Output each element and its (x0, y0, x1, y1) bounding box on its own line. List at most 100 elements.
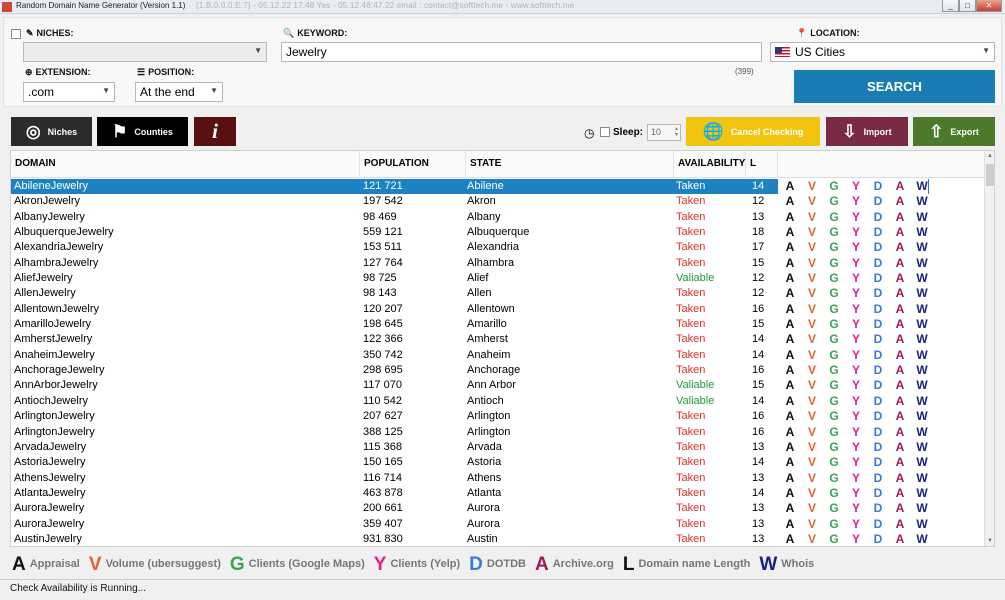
check-link-2[interactable]: G (826, 179, 842, 194)
check-link-3[interactable]: Y (848, 317, 864, 332)
check-link-5[interactable]: A (892, 210, 908, 225)
check-link-4[interactable]: D (870, 271, 886, 286)
check-link-3[interactable]: Y (848, 455, 864, 470)
table-row[interactable]: AmarilloJewelry 198 645 Amarillo Taken 15 A V G… (11, 317, 929, 333)
check-link-0[interactable]: A (782, 501, 798, 516)
check-link-2[interactable]: G (826, 517, 842, 532)
counties-button[interactable]: ⚑ Counties (97, 117, 188, 146)
check-link-2[interactable]: G (826, 286, 842, 301)
check-link-1[interactable]: V (804, 194, 820, 209)
check-link-4[interactable]: D (870, 302, 886, 317)
check-link-4[interactable]: D (870, 332, 886, 347)
table-row[interactable]: AthensJewelry 116 714 Athens Taken 13 A V G Y D A W (11, 470, 930, 486)
scroll-down-icon[interactable]: ▼ (985, 538, 994, 544)
check-link-2[interactable]: G (826, 471, 842, 486)
check-link-2[interactable]: G (826, 194, 842, 209)
check-link-1[interactable]: V (804, 286, 820, 301)
check-link-4[interactable]: D (870, 486, 886, 501)
niches-checkbox[interactable] (11, 29, 21, 39)
check-link-3[interactable]: Y (848, 348, 864, 363)
check-link-4[interactable]: D (870, 210, 886, 225)
check-link-6[interactable]: W (914, 194, 930, 209)
check-link-4[interactable]: D (870, 286, 886, 301)
minimize-button[interactable]: _ (942, 0, 959, 12)
check-link-5[interactable]: A (892, 394, 908, 409)
check-link-3[interactable]: Y (848, 302, 864, 317)
check-link-0[interactable]: A (782, 455, 798, 470)
check-link-3[interactable]: Y (848, 425, 864, 440)
niches-button[interactable]: ◎ Niches (11, 117, 92, 146)
check-link-6[interactable]: W (914, 302, 930, 317)
check-link-1[interactable]: V (804, 240, 820, 255)
check-link-0[interactable]: A (782, 532, 798, 546)
check-link-3[interactable]: Y (848, 440, 864, 455)
table-row[interactable]: AnaheimJewelry 350 742 Anaheim Taken 14 A V G Y D… (11, 347, 930, 363)
check-link-1[interactable]: V (804, 179, 820, 194)
check-link-0[interactable]: A (782, 302, 798, 317)
check-link-1[interactable]: V (804, 394, 820, 409)
check-link-4[interactable]: D (870, 240, 886, 255)
check-link-2[interactable]: G (826, 210, 842, 225)
check-link-6[interactable]: W (914, 486, 930, 501)
export-button[interactable]: ⇧ Export (913, 117, 995, 146)
table-row[interactable]: AustinJewelry 931 830 Austin Taken 13 A V G Y D A W (11, 531, 929, 546)
keyword-input[interactable]: Jewelry (281, 42, 762, 62)
check-link-2[interactable]: G (826, 394, 842, 409)
check-link-2[interactable]: G (826, 225, 842, 240)
check-link-2[interactable]: G (826, 302, 842, 317)
check-link-3[interactable]: Y (848, 179, 864, 194)
check-link-1[interactable]: V (804, 317, 820, 332)
check-link-3[interactable]: Y (848, 332, 864, 347)
column-header-length[interactable]: L (746, 151, 778, 178)
check-link-1[interactable]: V (804, 302, 820, 317)
table-row[interactable]: AlhambraJewelry 127 764 Alhambra Taken 15 A V G… (11, 255, 929, 271)
table-row[interactable]: AnnArborJewelry 117 070 Ann Arbor Valiable 1… (11, 378, 929, 394)
column-header-state[interactable]: STATE (466, 151, 674, 178)
check-link-3[interactable]: Y (848, 210, 864, 225)
check-link-5[interactable]: A (892, 317, 908, 332)
check-link-3[interactable]: Y (848, 378, 864, 393)
maximize-button[interactable]: □ (959, 0, 976, 12)
check-link-1[interactable]: V (804, 471, 820, 486)
check-link-1[interactable]: V (804, 256, 820, 271)
table-row[interactable]: ArvadaJewelry 115 368 Arvada Taken 13 A V G Y D A W (11, 439, 930, 455)
check-link-2[interactable]: G (826, 378, 842, 393)
check-link-0[interactable]: A (782, 194, 798, 209)
check-link-4[interactable]: D (870, 225, 886, 240)
table-row[interactable]: ArlingtonJewelry 388 125 Arlington Taken 16 A… (11, 424, 929, 440)
check-link-0[interactable]: A (782, 256, 798, 271)
niches-dropdown[interactable]: ▼ (23, 42, 267, 62)
import-button[interactable]: ⇩ Import (826, 117, 908, 146)
check-link-2[interactable]: G (826, 440, 842, 455)
check-link-4[interactable]: D (870, 440, 886, 455)
check-link-3[interactable]: Y (848, 286, 864, 301)
check-link-6[interactable]: W (914, 271, 930, 286)
check-link-6[interactable]: W (914, 501, 930, 516)
check-link-2[interactable]: G (826, 409, 842, 424)
column-header-population[interactable]: POPULATION (360, 151, 466, 178)
check-link-0[interactable]: A (782, 363, 798, 378)
column-header-availability[interactable]: AVAILABILITY (674, 151, 746, 178)
check-link-6[interactable]: W (914, 440, 930, 455)
check-link-6[interactable]: W (914, 179, 930, 194)
check-link-2[interactable]: G (826, 271, 842, 286)
check-link-6[interactable]: W (914, 471, 930, 486)
check-link-0[interactable]: A (782, 378, 798, 393)
check-link-4[interactable]: D (870, 363, 886, 378)
table-row[interactable]: AnchorageJewelry 298 695 Anchorage Taken 16 A… (11, 363, 929, 379)
check-link-3[interactable]: Y (848, 517, 864, 532)
check-link-3[interactable]: Y (848, 194, 864, 209)
table-row[interactable]: AuroraJewelry 359 407 Aurora Taken 13 A V G Y D A W (11, 516, 929, 532)
check-link-4[interactable]: D (870, 517, 886, 532)
check-link-5[interactable]: A (892, 225, 908, 240)
check-link-0[interactable]: A (782, 425, 798, 440)
check-link-6[interactable]: W (914, 348, 930, 363)
check-link-6[interactable]: W (914, 394, 930, 409)
check-link-1[interactable]: V (804, 271, 820, 286)
table-row[interactable]: AllentownJewelry 120 207 Allentown Taken 16 A… (11, 301, 930, 317)
scroll-thumb[interactable] (986, 164, 994, 186)
check-link-1[interactable]: V (804, 532, 820, 546)
check-link-5[interactable]: A (892, 440, 908, 455)
check-link-5[interactable]: A (892, 271, 908, 286)
check-link-1[interactable]: V (804, 440, 820, 455)
